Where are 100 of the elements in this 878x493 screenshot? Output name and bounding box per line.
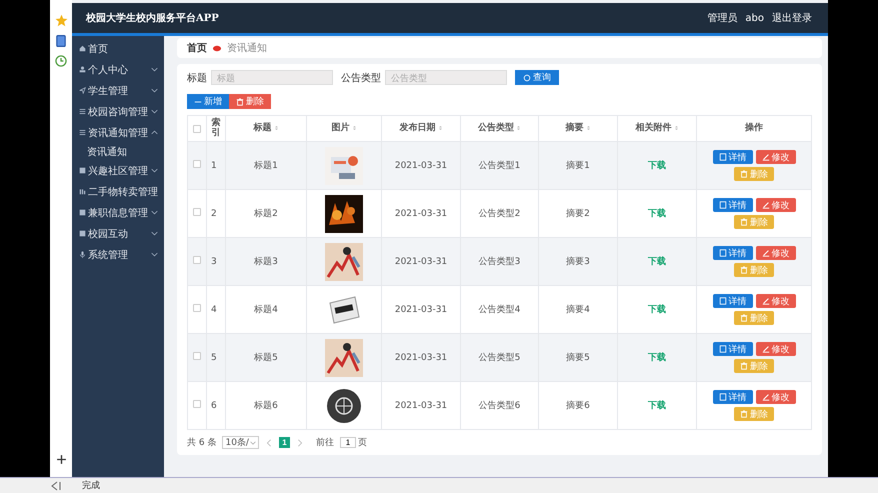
chevron-up-icon	[151, 129, 158, 136]
row-checkbox[interactable]	[193, 256, 201, 264]
table-cell: 2021-03-31	[394, 352, 448, 362]
download-link[interactable]: 下载	[648, 305, 666, 315]
sidebar-item[interactable]: 兴趣社区管理	[72, 160, 164, 181]
column-header[interactable]: 公告类型	[478, 124, 514, 134]
chevron-down-icon	[151, 108, 158, 115]
select-all-checkbox[interactable]	[193, 124, 201, 132]
chevron-down-icon	[250, 440, 256, 446]
detail-button[interactable]: 详情	[712, 390, 752, 404]
pencil-icon	[762, 249, 770, 257]
field-label: 标题	[187, 72, 207, 84]
sidebar-item[interactable]: 校园互动	[72, 223, 164, 244]
sidebar-item[interactable]: 个人中心	[72, 59, 164, 80]
table-cell: 5	[211, 352, 217, 362]
sidebar-item[interactable]: 系统管理	[72, 244, 164, 265]
table-cell: 标题2	[254, 209, 278, 219]
page-button[interactable]: 1	[278, 437, 290, 448]
star-icon	[54, 14, 68, 27]
search-field[interactable]: 公告类型	[385, 70, 507, 85]
sort-icon	[586, 124, 590, 132]
sidebar-item[interactable]: 校园咨询管理	[72, 101, 164, 122]
table-cell: 2021-03-31	[394, 208, 448, 218]
breadcrumb-home[interactable]: 首页	[187, 41, 207, 55]
download-link[interactable]: 下载	[648, 161, 666, 171]
delete-button[interactable]: 删除	[229, 94, 271, 109]
add-button[interactable]: 新增	[187, 94, 229, 109]
row-checkbox[interactable]	[193, 208, 201, 216]
search-button[interactable]: 查询	[515, 70, 559, 85]
detail-button[interactable]: 详情	[712, 198, 752, 212]
edit-button[interactable]: 修改	[756, 390, 796, 404]
edit-button[interactable]: 修改	[756, 246, 796, 260]
column-header[interactable]: 图片	[332, 124, 350, 134]
back-icon	[50, 480, 62, 491]
microphone-icon	[79, 251, 86, 258]
chevron-down-icon	[151, 167, 158, 174]
table-cell: 摘要3	[566, 257, 590, 267]
row-checkbox[interactable]	[193, 400, 201, 408]
row-checkbox[interactable]	[193, 352, 201, 360]
list-icon	[79, 108, 86, 115]
sidebar-subitem[interactable]: 资讯通知	[72, 143, 164, 160]
pencil-icon	[762, 393, 770, 401]
logout-link[interactable]: 退出登录	[772, 11, 812, 25]
chevron-down-icon	[151, 209, 158, 216]
edit-button[interactable]: 修改	[756, 198, 796, 212]
breadcrumb-current: 资讯通知	[227, 42, 267, 55]
chevron-down-icon	[151, 66, 158, 73]
trash-icon	[236, 98, 244, 106]
field-label: 公告类型	[341, 72, 381, 84]
chevron-right-icon	[296, 438, 304, 446]
list-icon	[79, 129, 86, 136]
download-link[interactable]: 下载	[648, 257, 666, 267]
trash-icon	[740, 218, 748, 226]
row-checkbox[interactable]	[193, 304, 201, 312]
table-cell: 1	[211, 160, 217, 170]
bar-chart-icon	[79, 188, 86, 195]
sidebar-item[interactable]: 兼职信息管理	[72, 202, 164, 223]
search-field[interactable]: 标题	[211, 70, 333, 85]
user-role: 管理员	[707, 12, 738, 25]
square-icon	[79, 209, 86, 216]
column-header[interactable]: 标题	[254, 124, 272, 134]
table-cell: 2021-03-31	[394, 304, 448, 314]
sidebar-item[interactable]: 首页	[72, 38, 164, 59]
document-icon	[718, 153, 726, 161]
user-name: abo	[745, 12, 764, 24]
detail-button[interactable]: 详情	[712, 342, 752, 356]
table-cell: 公告类型6	[478, 401, 520, 411]
detail-button[interactable]: 详情	[712, 246, 752, 260]
send-icon	[79, 87, 86, 94]
edit-button[interactable]: 修改	[756, 150, 796, 164]
table-cell: 公告类型5	[478, 353, 520, 363]
column-header: 索引	[212, 118, 220, 138]
download-link[interactable]: 下载	[648, 401, 666, 411]
column-header[interactable]: 摘要	[566, 124, 584, 134]
detail-button[interactable]: 详情	[712, 150, 752, 164]
table-cell: 标题3	[254, 257, 278, 267]
goto-label: 前往	[316, 436, 334, 449]
table-cell: 摘要2	[566, 209, 590, 219]
table-cell: 标题6	[254, 401, 278, 411]
download-link[interactable]: 下载	[648, 353, 666, 363]
sidebar-item[interactable]: 二手物转卖管理	[72, 181, 164, 202]
sidebar-item[interactable]: 学生管理	[72, 80, 164, 101]
download-link[interactable]: 下载	[648, 209, 666, 219]
document-icon	[718, 297, 726, 305]
user-icon	[79, 66, 86, 73]
edit-button[interactable]: 修改	[756, 294, 796, 308]
page-size-select[interactable]: 10条/	[222, 436, 259, 449]
table-cell: 标题4	[254, 305, 278, 315]
sidebar-item[interactable]: 资讯通知管理	[72, 122, 164, 143]
column-header[interactable]: 发布日期	[400, 124, 436, 134]
plus-icon	[56, 454, 66, 466]
table-cell: 2021-03-31	[394, 256, 448, 266]
row-checkbox[interactable]	[193, 160, 201, 168]
table-cell: 2021-03-31	[394, 400, 448, 410]
detail-button[interactable]: 详情	[712, 294, 752, 308]
column-header[interactable]: 相关附件	[636, 124, 672, 134]
edit-button[interactable]: 修改	[756, 342, 796, 356]
tablet-icon	[55, 35, 67, 47]
page-input[interactable]: 1	[340, 437, 356, 448]
table-cell: 3	[211, 256, 217, 266]
